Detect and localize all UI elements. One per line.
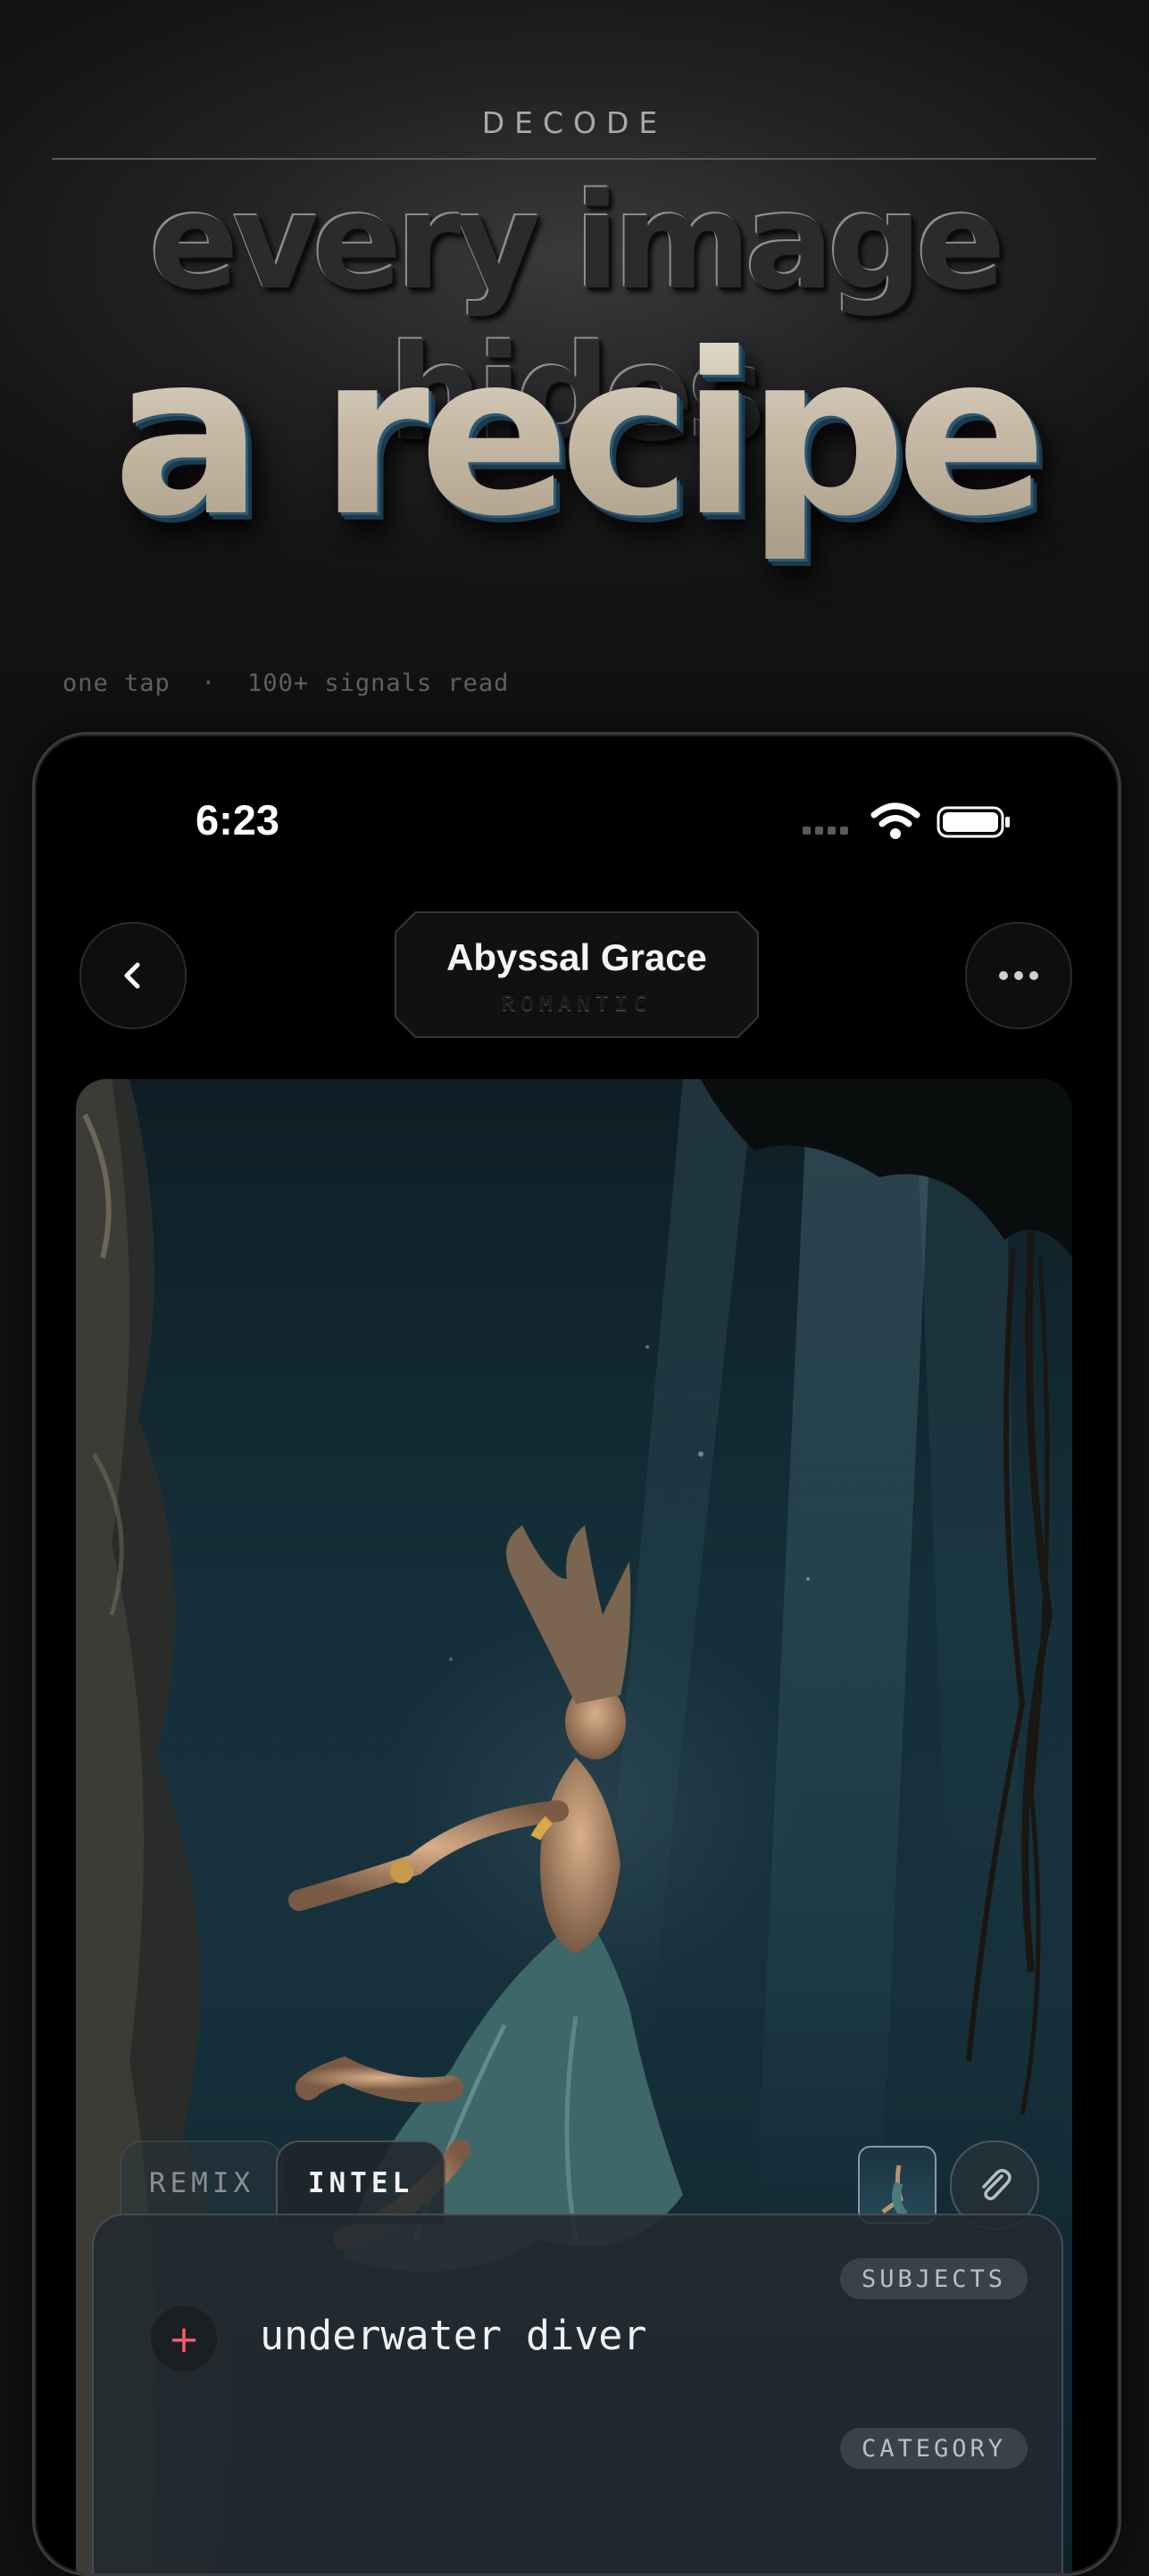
category-label: CATEGORY — [839, 2428, 1028, 2469]
page-title: Abyssal Grace — [446, 936, 707, 978]
wifi-icon — [870, 802, 920, 839]
add-subject-button[interactable]: + — [151, 2306, 217, 2372]
intel-panel: SUBJECTS + underwater diver CATEGORY — [92, 2214, 1063, 2573]
subject-value: underwater diver — [260, 2312, 647, 2359]
hero-divider — [52, 158, 1096, 160]
signal-dots-icon — [803, 827, 848, 835]
hero-banner: DECODE every image hides a recipe — [0, 0, 1149, 678]
paperclip-icon — [982, 2169, 1012, 2201]
back-button[interactable] — [79, 922, 187, 1029]
page-subtitle: ROMANTIC — [501, 990, 653, 1016]
hero-headline-line2: a recipe — [0, 311, 1149, 561]
hero-eyebrow: DECODE — [481, 105, 668, 140]
subjects-label: SUBJECTS — [839, 2258, 1028, 2299]
more-button[interactable] — [965, 922, 1072, 1029]
hero-caption: one tap · 100+ signals read — [62, 669, 510, 697]
status-time: 6:23 — [196, 796, 280, 843]
image-thumbnail[interactable] — [858, 2146, 937, 2224]
phone-frame: 6:23 Abyssal Grace ROMANTIC REMIX INTEL … — [32, 732, 1121, 2576]
chevron-left-icon — [124, 962, 140, 989]
tab-remix[interactable]: REMIX — [120, 2140, 284, 2224]
battery-icon — [937, 806, 1010, 838]
tab-intel[interactable]: INTEL — [276, 2140, 445, 2224]
ellipsis-icon — [999, 971, 1038, 980]
thumbnail-figure — [881, 2165, 908, 2219]
